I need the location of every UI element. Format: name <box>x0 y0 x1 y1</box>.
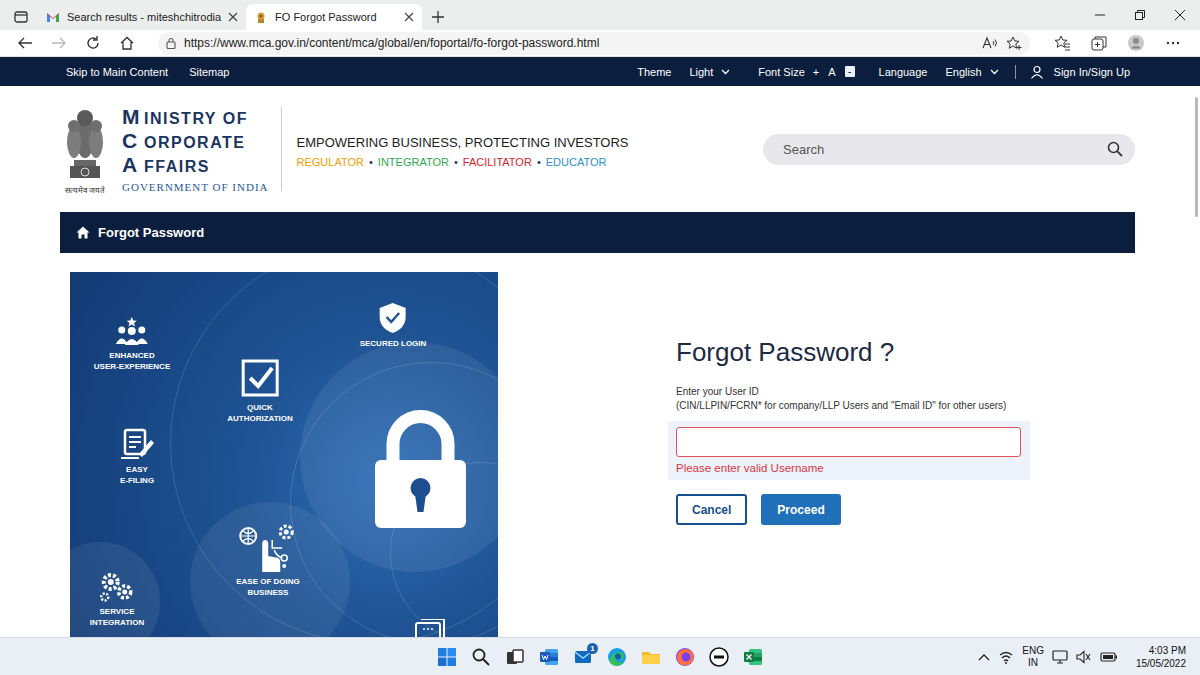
form-title: Forgot Password ? <box>676 337 1036 367</box>
role-label: EDUCATOR <box>546 156 607 168</box>
menu-icon[interactable] <box>1165 35 1182 51</box>
emblem-favicon-icon <box>254 10 268 24</box>
search-icon[interactable] <box>1107 141 1123 157</box>
network-icon[interactable] <box>998 650 1014 664</box>
shield-icon <box>378 302 408 334</box>
tagline: EMPOWERING BUSINESS, PROTECTING INVESTOR… <box>297 135 629 150</box>
gmail-icon <box>46 10 60 24</box>
role-label: FACILITATOR <box>463 156 532 168</box>
users-icon <box>112 316 152 346</box>
window-icon <box>415 619 445 637</box>
site-header: सत्यमेव जयते MINISTRY OFCORPORATEAFFAIRSG… <box>0 86 1200 212</box>
role-label: INTEGRATOR <box>378 156 449 168</box>
field-hint: Enter your User ID <box>676 385 1036 399</box>
motto: सत्यमेव जयते <box>65 184 105 195</box>
close-icon[interactable] <box>228 12 238 22</box>
gears-icon <box>99 570 135 602</box>
touch-icon <box>238 522 298 572</box>
word-icon[interactable] <box>539 647 559 667</box>
breadcrumb-label: Forgot Password <box>98 225 204 240</box>
back-icon[interactable] <box>17 35 33 51</box>
theme-label: Theme <box>637 66 671 78</box>
feature-banner: ENHANCEDUSER-EXPERIENCE SECURED LOGIN QUIC… <box>70 272 498 637</box>
breadcrumb-bar: Forgot Password <box>60 212 1135 253</box>
nav-link[interactable]: Skip to Main Content <box>66 66 168 78</box>
page: Skip to Main Content Sitemap Theme Light Fon… <box>0 57 1200 637</box>
browser-tab[interactable]: FO Forgot Password <box>246 4 422 30</box>
feature: SERVICEINTEGRATION <box>90 570 145 628</box>
language-label: Language <box>879 66 928 78</box>
language-select[interactable]: English <box>945 66 981 78</box>
show-hidden-icon[interactable] <box>978 653 990 661</box>
close-window-icon[interactable] <box>1175 10 1185 20</box>
checkbox-icon <box>240 358 280 398</box>
browser-tab[interactable]: Search results - miteshchitrodia <box>38 4 246 30</box>
theme-chevron-icon[interactable] <box>721 69 730 75</box>
clock[interactable]: 4:03 PM15/05/2022 <box>1136 644 1186 670</box>
font-size-button[interactable]: - <box>845 66 855 77</box>
cancel-button[interactable]: Cancel <box>676 494 747 525</box>
home-icon[interactable] <box>76 226 90 239</box>
edge-icon[interactable] <box>607 647 627 667</box>
read-aloud-icon[interactable] <box>982 36 998 50</box>
profile-icon[interactable] <box>1128 35 1145 51</box>
close-icon[interactable] <box>404 12 414 22</box>
search-box <box>763 134 1135 165</box>
font-size-button[interactable]: A <box>828 66 835 78</box>
home-icon[interactable] <box>119 35 135 51</box>
feature: EASYE-FILING <box>119 428 155 486</box>
font-size-button[interactable]: + <box>813 66 819 78</box>
lock-icon <box>166 37 176 49</box>
task-view-icon[interactable] <box>505 647 525 667</box>
padlock-icon <box>373 410 468 530</box>
feature: EASE OF DOINGBUSINESS <box>236 522 300 598</box>
top-nav: Skip to Main Content Sitemap Theme Light Fon… <box>0 57 1200 86</box>
forward-icon[interactable] <box>51 35 67 51</box>
mail-badge: 1 <box>587 643 598 654</box>
forgot-password-form: Forgot Password ? Enter your User ID(CIN/… <box>676 337 1036 637</box>
theme-select[interactable]: Light <box>689 66 713 78</box>
role-label: REGULATOR <box>297 156 364 168</box>
input-language[interactable]: ENGIN <box>1022 645 1044 669</box>
national-emblem-icon <box>62 104 108 182</box>
favorites-icon[interactable] <box>1054 35 1071 51</box>
favorite-add-icon[interactable] <box>1006 36 1022 50</box>
error-message: Please enter valid Username <box>676 461 1021 476</box>
field-hint: (CIN/LLPIN/FCRN* for company/LLP Users a… <box>676 399 1036 413</box>
address-bar: https://www.mca.gov.in/content/mca/globa… <box>0 30 1200 57</box>
feature: ENHANCEDUSER-EXPERIENCE <box>94 316 170 372</box>
url-field[interactable]: https://www.mca.gov.in/content/mca/globa… <box>158 32 1030 55</box>
search-icon[interactable] <box>471 647 491 667</box>
restore-icon[interactable] <box>1135 10 1145 20</box>
excel-icon[interactable] <box>743 647 763 667</box>
file-explorer-icon[interactable] <box>641 647 661 667</box>
language-chevron-icon[interactable] <box>990 69 999 75</box>
tab-strip: Search results - miteshchitrodiaFO Forgo… <box>0 0 1200 30</box>
refresh-icon[interactable] <box>85 35 101 51</box>
efiling-icon <box>119 428 155 460</box>
minimize-icon[interactable] <box>1095 10 1105 20</box>
battery-icon[interactable] <box>1100 651 1118 663</box>
collections-icon[interactable] <box>1091 35 1108 51</box>
mca-logo: MINISTRY OFCORPORATEAFFAIRSGOVERNMENT OF… <box>122 106 269 193</box>
feature: QUICKAUTHORIZATION <box>227 358 293 424</box>
firefox-icon[interactable] <box>675 647 695 667</box>
new-tab-icon[interactable] <box>432 11 444 23</box>
display-icon[interactable] <box>1052 650 1068 664</box>
system-tray: ENGIN 4:03 PM15/05/2022 <box>766 644 1200 670</box>
dell-icon[interactable] <box>709 647 729 667</box>
tab-actions-icon[interactable] <box>14 11 28 23</box>
search-input[interactable] <box>781 141 1107 158</box>
sign-in-link[interactable]: Sign In/Sign Up <box>1054 66 1130 78</box>
user-icon <box>1030 65 1044 79</box>
feature: SECURED LOGIN <box>360 302 427 349</box>
font-size-label: Font Size <box>758 66 804 78</box>
speaker-icon[interactable] <box>1076 650 1092 664</box>
taskbar: 1 ENGIN 4:03 PM15/05/2022 <box>0 637 1200 675</box>
proceed-button[interactable]: Proceed <box>761 494 840 525</box>
nav-link[interactable]: Sitemap <box>189 66 229 78</box>
user-id-input[interactable] <box>676 427 1021 457</box>
start-icon[interactable] <box>437 647 457 667</box>
